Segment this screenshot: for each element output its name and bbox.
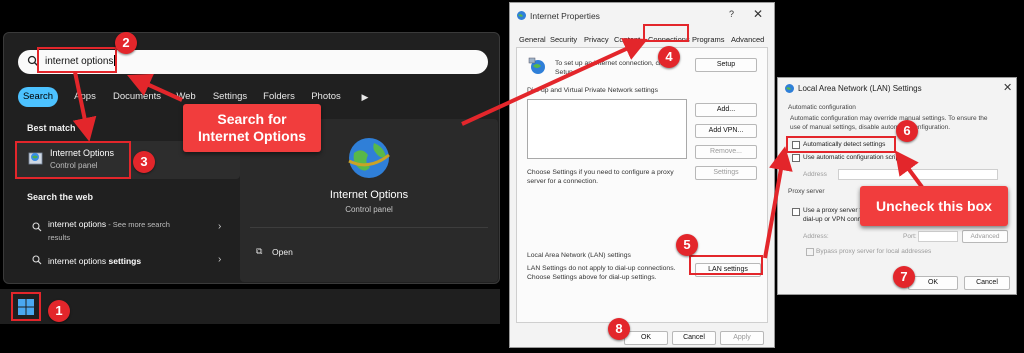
step-badge-4: 4 — [658, 46, 680, 68]
highlight-search-text — [37, 47, 117, 73]
arrow-to-best-match — [72, 71, 97, 142]
step-badge-3: 3 — [133, 151, 155, 173]
arrow-to-search — [127, 74, 183, 102]
step-badge-8: 8 — [608, 318, 630, 340]
arrow-to-checkbox — [894, 150, 924, 189]
annotation-arrows — [72, 38, 924, 259]
arrow-to-lan-dialog — [763, 146, 793, 259]
step-badge-2: 2 — [115, 32, 137, 54]
step-badge-1: 1 — [48, 300, 70, 322]
highlight-best-match — [15, 141, 131, 179]
step-badge-5: 5 — [676, 234, 698, 256]
search-callout: Search for Internet Options — [183, 104, 321, 152]
highlight-start-button — [11, 292, 41, 321]
arrow-to-connections-tab — [461, 38, 648, 126]
highlight-auto-detect — [786, 136, 896, 153]
step-badge-6: 6 — [896, 120, 918, 142]
uncheck-callout: Uncheck this box — [860, 186, 1008, 226]
step-badge-7: 7 — [893, 266, 915, 288]
highlight-lan-settings-button — [689, 255, 763, 275]
highlight-connections-tab — [643, 24, 689, 42]
